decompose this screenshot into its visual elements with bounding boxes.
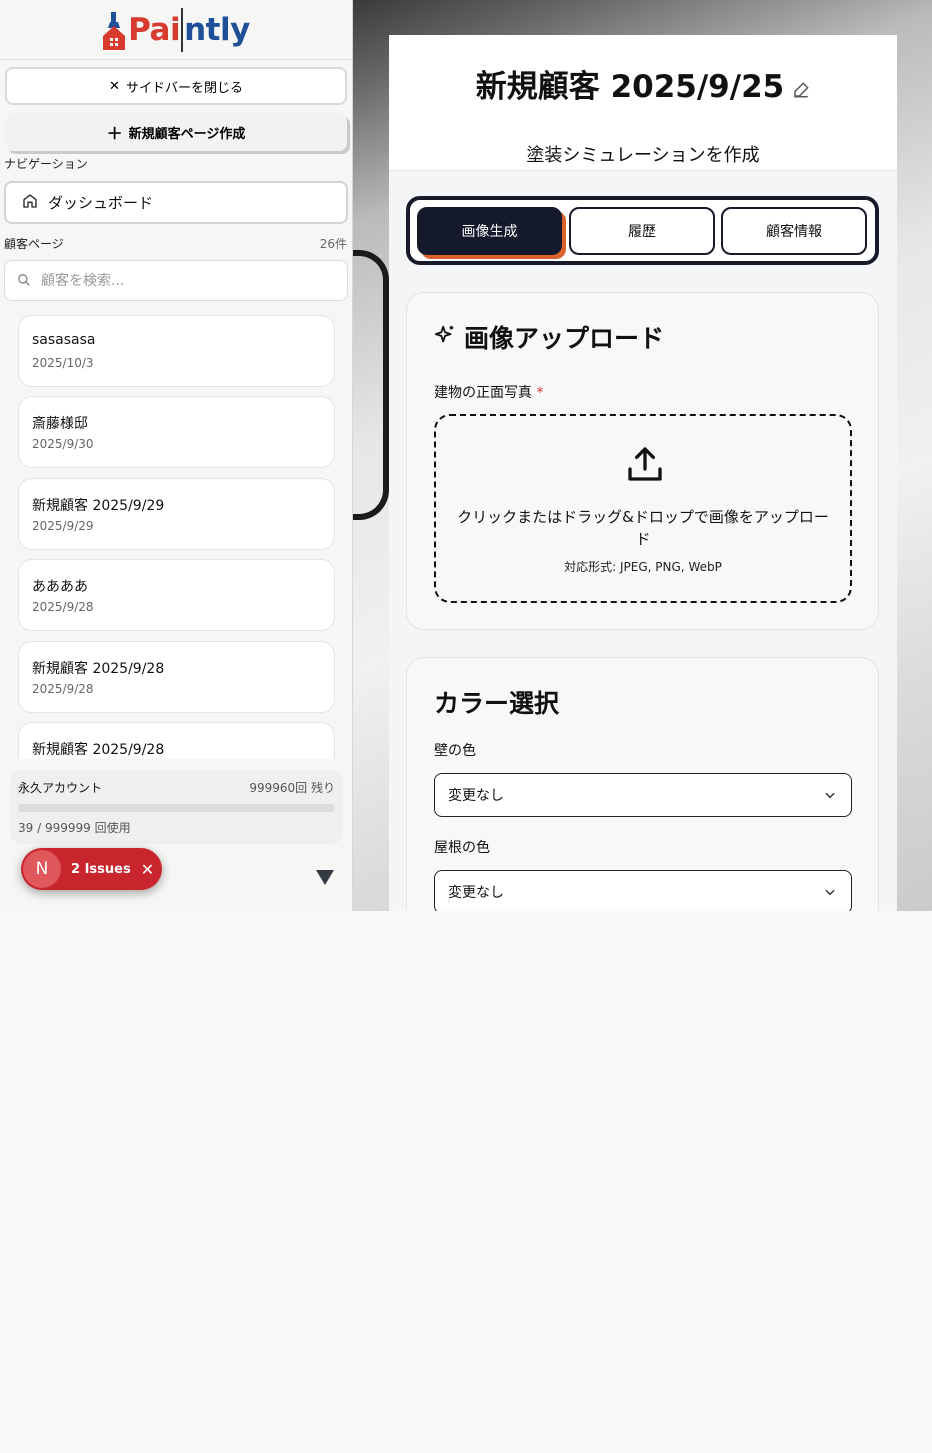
usage-count: 39 / 999999 回使用: [18, 821, 131, 835]
new-customer-page-button[interactable]: ＋ 新規顧客ページ作成: [5, 113, 347, 151]
wall-color-label: 壁の色: [434, 743, 476, 759]
image-dropzone[interactable]: クリックまたはドラッグ&ドロップで画像をアップロード 対応形式: JPEG, P…: [434, 414, 852, 603]
account-type-label: 永久アカウント: [18, 781, 103, 795]
upload-card: 画像アップロード 建物の正面写真 * クリックまたはドラッグ&ドロップで画像をア…: [406, 292, 879, 630]
customer-card[interactable]: ああああ 2025/9/28: [18, 559, 335, 631]
next-logo-icon: N: [23, 850, 61, 888]
tab-bar: 画像生成 履歴 顧客情報: [406, 196, 879, 265]
wall-color-value: 変更なし: [448, 788, 504, 804]
issues-label: 2 Issues: [71, 861, 131, 877]
sidebar: Pai ntly ✕ サイドバーを閉じる ＋ 新規顧客ページ作成 ナビゲーション …: [0, 0, 353, 911]
dropzone-message: クリックまたはドラッグ&ドロップで画像をアップロード: [457, 508, 829, 548]
roof-color-select[interactable]: 変更なし: [434, 870, 852, 911]
customers-section-label: 顧客ページ: [4, 237, 64, 251]
tab-customer-info[interactable]: 顧客情報: [721, 207, 867, 255]
customer-card[interactable]: 新規顧客 2025/9/28: [18, 722, 335, 759]
dropzone-formats: 対応形式: JPEG, PNG, WebP: [564, 560, 722, 574]
customer-card[interactable]: 斎藤様邸 2025/9/30: [18, 396, 335, 468]
customer-date: 2025/9/30: [32, 437, 94, 451]
building-photo-label-row: 建物の正面写真 *: [434, 382, 543, 402]
page-subtitle: 塗装シミュレーションを作成: [526, 145, 760, 166]
background-handle: [353, 250, 389, 520]
customer-card[interactable]: 新規顧客 2025/9/28 2025/9/28: [18, 641, 335, 713]
roof-color-label: 屋根の色: [434, 840, 490, 856]
customer-card[interactable]: 新規顧客 2025/9/29 2025/9/29: [18, 478, 335, 550]
customers-count: 26件: [319, 237, 347, 251]
logo-text-red: Pai: [128, 11, 181, 48]
customer-list: sasasasa 2025/10/3 斎藤様邸 2025/9/30 新規顧客 2…: [18, 315, 335, 759]
usage-progress-bar: [18, 804, 335, 812]
usage-remaining: 999960回 残り: [249, 781, 335, 795]
close-icon[interactable]: ✕: [141, 860, 154, 879]
edit-icon[interactable]: [792, 71, 810, 107]
logo[interactable]: Pai ntly: [0, 0, 352, 60]
customer-search: [4, 260, 348, 301]
color-title: カラー選択: [434, 689, 560, 718]
roof-color-value: 変更なし: [448, 885, 504, 901]
customer-date: 2025/9/29: [32, 519, 94, 533]
new-customer-page-label: 新規顧客ページ作成: [128, 125, 246, 141]
issues-badge[interactable]: N 2 Issues ✕: [21, 848, 162, 890]
sidebar-item-dashboard[interactable]: ダッシュボード: [4, 181, 348, 224]
close-icon: ✕: [109, 78, 120, 93]
customer-name: ああああ: [32, 579, 88, 595]
dashboard-label: ダッシュボード: [48, 194, 154, 212]
upload-title-row: 画像アップロード: [434, 319, 664, 355]
close-sidebar-label: サイドバーを閉じる: [125, 79, 243, 95]
chevron-down-icon: [823, 788, 837, 806]
customer-name: 新規顧客 2025/9/28: [32, 742, 165, 758]
chevron-down-icon[interactable]: [316, 870, 334, 890]
building-photo-label: 建物の正面写真: [434, 385, 532, 401]
customer-name: 新規顧客 2025/9/28: [32, 661, 165, 677]
required-mark: *: [536, 385, 544, 401]
color-card: カラー選択 壁の色 変更なし 屋根の色 変更なし: [406, 657, 879, 911]
customer-date: 2025/10/3: [32, 356, 94, 370]
home-icon: [22, 193, 38, 213]
customer-date: 2025/9/28: [32, 682, 94, 696]
customer-name: 新規顧客 2025/9/29: [32, 498, 165, 514]
chevron-down-icon: [823, 885, 837, 903]
customer-name: sasasasa: [32, 332, 96, 348]
wall-color-select[interactable]: 変更なし: [434, 773, 852, 817]
customer-name: 斎藤様邸: [32, 416, 88, 432]
page-title: 新規顧客 2025/9/25: [475, 69, 785, 105]
logo-text-blue: ntly: [184, 11, 250, 48]
search-icon: [17, 272, 31, 291]
upload-title: 画像アップロード: [464, 324, 665, 353]
tab-history[interactable]: 履歴: [569, 207, 715, 255]
sparkle-icon: [434, 323, 456, 352]
customer-search-input[interactable]: [41, 261, 341, 300]
tab-image-generation[interactable]: 画像生成: [417, 207, 562, 255]
customer-card[interactable]: sasasasa 2025/10/3: [18, 315, 335, 387]
main-panel: 新規顧客 2025/9/25 塗装シミュレーションを作成 画像生成 履歴 顧客情…: [389, 35, 897, 911]
plus-icon: ＋: [106, 126, 123, 143]
house-brush-icon: [102, 10, 126, 50]
close-sidebar-button[interactable]: ✕ サイドバーを閉じる: [5, 67, 347, 105]
page-title-row: 新規顧客 2025/9/25: [389, 61, 897, 107]
logo-divider: [181, 7, 184, 52]
customer-date: 2025/9/28: [32, 600, 94, 614]
page-header: 新規顧客 2025/9/25 塗装シミュレーションを作成: [389, 35, 897, 171]
nav-section-label: ナビゲーション: [4, 157, 88, 171]
app-viewport: Pai ntly ✕ サイドバーを閉じる ＋ 新規顧客ページ作成 ナビゲーション …: [0, 0, 932, 911]
usage-panel: 永久アカウント 999960回 残り 39 / 999999 回使用: [10, 770, 343, 844]
upload-icon: [625, 444, 665, 488]
